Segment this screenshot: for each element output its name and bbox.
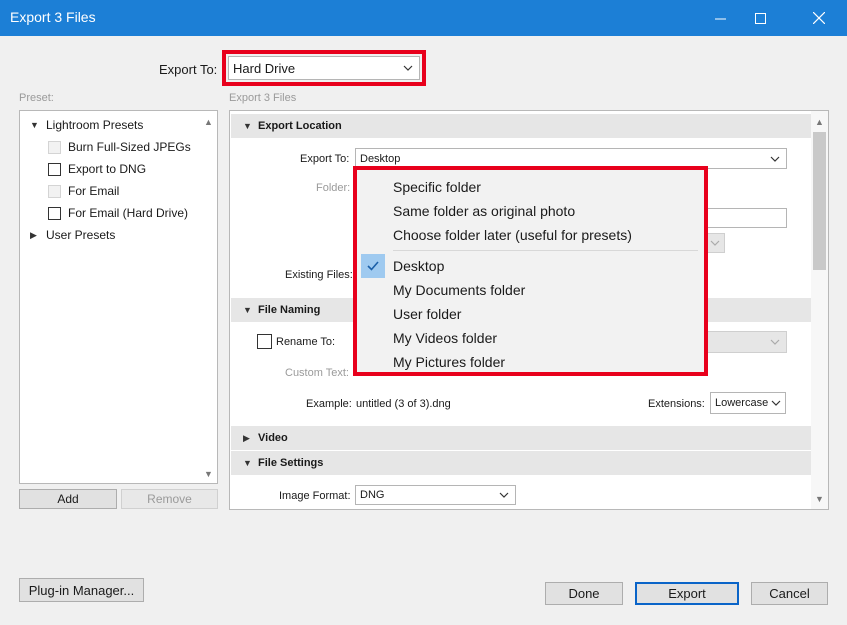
export-to-label: Export To: [159,62,218,77]
preset-list: ▼ Lightroom Presets Burn Full-Sized JPEG… [19,110,218,484]
preset-item[interactable]: For Email [48,184,119,198]
highlight-export-to [222,50,426,86]
example-label: Example: [306,398,352,410]
checkmark-icon [361,254,385,278]
extensions-select[interactable]: Lowercase [710,392,786,414]
menu-item-specific-folder[interactable]: Specific folder [357,175,704,199]
custom-text-label: Custom Text: [285,367,349,379]
preset-group-user[interactable]: ▶ User Presets [30,228,115,242]
plugin-manager-button[interactable]: Plug-in Manager... [19,578,144,602]
menu-separator [393,250,698,251]
preset-group-lightroom[interactable]: ▼ Lightroom Presets [30,118,143,132]
scroll-down-icon[interactable]: ▼ [815,494,824,504]
preset-item[interactable]: Burn Full-Sized JPEGs [48,140,191,154]
section-video[interactable]: ▶ Video [231,426,811,450]
section-file-settings[interactable]: ▼ File Settings [231,451,811,475]
window-title: Export 3 Files [10,9,96,25]
cancel-button[interactable]: Cancel [751,582,828,605]
location-export-to-label: Export To: [300,153,350,165]
checkbox[interactable] [48,184,61,198]
chevron-down-icon [499,492,509,498]
menu-item-user-folder[interactable]: User folder [357,302,704,326]
done-button[interactable]: Done [545,582,623,605]
remove-preset-button[interactable]: Remove [121,489,218,509]
triangle-right-icon: ▶ [243,432,250,443]
checkbox[interactable] [48,162,61,176]
rename-template-select[interactable] [705,331,787,353]
rename-to-toggle[interactable]: Rename To: [257,334,335,349]
export-to-dropdown-menu: Specific folder Same folder as original … [353,166,708,376]
folder-path-input[interactable] [705,208,787,228]
close-button[interactable] [796,0,842,36]
checkbox[interactable] [48,140,61,154]
scroll-down-icon[interactable]: ▼ [204,469,213,479]
preset-label: Preset: [19,92,54,104]
triangle-right-icon: ▶ [30,229,37,240]
maximize-icon [754,12,766,24]
subfolder-select[interactable] [705,233,725,253]
triangle-down-icon: ▼ [243,121,252,131]
chevron-down-icon [771,400,781,406]
folder-label: Folder: [316,182,351,194]
menu-item-my-documents[interactable]: My Documents folder [357,278,704,302]
menu-item-choose-later[interactable]: Choose folder later (useful for presets) [357,223,704,247]
checkbox[interactable] [48,206,61,220]
image-format-select[interactable]: DNG [355,485,516,505]
image-format-label: Image Format: [279,490,351,502]
triangle-down-icon: ▼ [243,458,252,468]
title-bar: Export 3 Files [0,0,847,36]
existing-files-label: Existing Files: [285,269,353,281]
example-filename: untitled (3 of 3).dng [356,398,451,410]
preset-item[interactable]: Export to DNG [48,162,146,176]
section-export-location[interactable]: ▼ Export Location [231,114,811,138]
export-button[interactable]: Export [635,582,739,605]
rename-checkbox[interactable] [257,334,272,349]
main-header: Export 3 Files [229,92,297,104]
chevron-down-icon [710,240,720,246]
add-preset-button[interactable]: Add [19,489,117,509]
menu-item-desktop[interactable]: Desktop [357,254,704,278]
close-icon [813,12,825,24]
scroll-up-icon[interactable]: ▲ [815,117,824,127]
scroll-up-icon[interactable]: ▲ [204,117,213,127]
maximize-button[interactable] [737,0,783,36]
preset-scrollbar[interactable]: ▲ ▼ [200,111,217,483]
extensions-label: Extensions: [648,398,705,410]
menu-item-my-pictures[interactable]: My Pictures folder [357,350,704,374]
triangle-down-icon: ▼ [243,305,252,315]
triangle-down-icon: ▼ [30,120,39,130]
chevron-down-icon [770,156,780,162]
menu-item-my-videos[interactable]: My Videos folder [357,326,704,350]
scroll-thumb[interactable] [813,132,826,270]
chevron-down-icon [770,339,780,345]
preset-item[interactable]: For Email (Hard Drive) [48,206,188,220]
menu-item-same-folder[interactable]: Same folder as original photo [357,199,704,223]
settings-scrollbar[interactable]: ▲ ▼ [811,111,828,509]
minimize-icon [714,18,726,19]
